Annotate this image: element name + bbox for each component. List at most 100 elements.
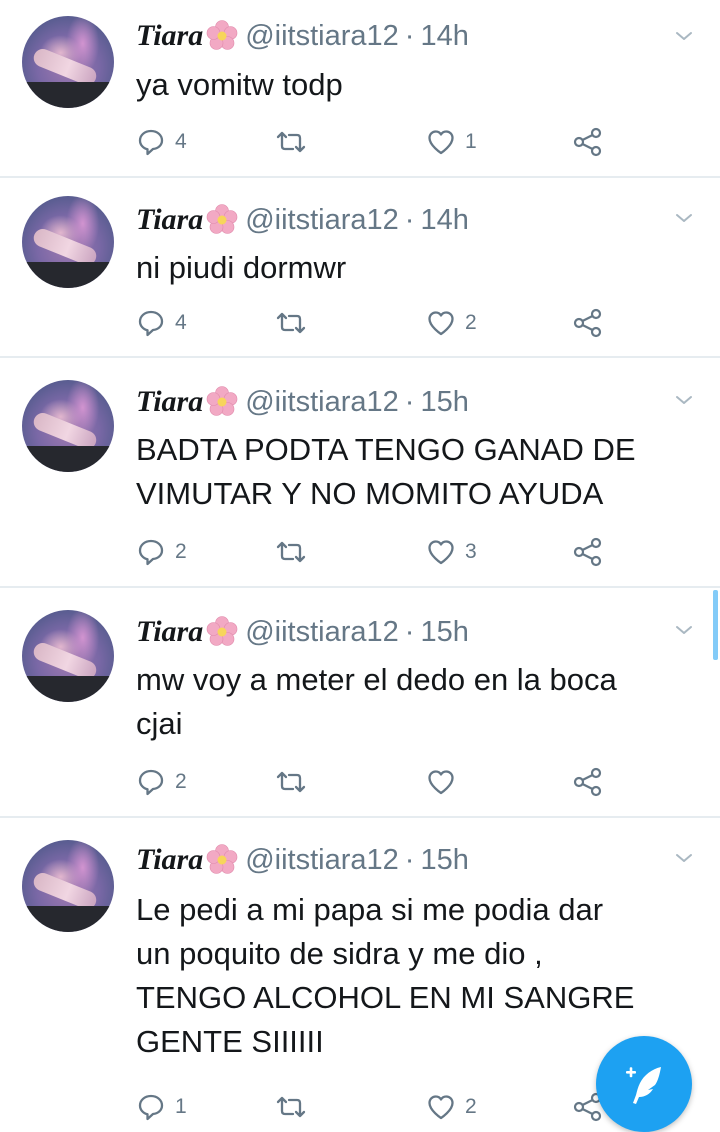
avatar[interactable] (22, 16, 114, 108)
chevron-down-icon[interactable] (672, 388, 696, 412)
tweet-text: ya vomitw todp (136, 63, 706, 107)
timestamp[interactable]: 15h (420, 844, 468, 877)
reply-button[interactable]: 2 (136, 535, 187, 569)
retweet-button[interactable] (274, 1090, 317, 1124)
reply-icon (138, 769, 164, 796)
separator: · (404, 843, 415, 876)
retweet-icon (276, 1096, 306, 1118)
like-button[interactable]: 2 (426, 306, 477, 340)
timestamp[interactable]: 14h (420, 204, 468, 237)
tweet-text: BADTA PODTA TENGO GANAD DE VIMUTAR Y NO … (136, 428, 706, 516)
timestamp[interactable]: 15h (420, 616, 468, 649)
tweet-text-line: ya vomitw todp (136, 67, 343, 102)
retweet-button[interactable] (274, 125, 317, 159)
tweet-text-line: mw voy a meter el dedo en la boca (136, 662, 617, 697)
reply-icon (138, 539, 164, 566)
chevron-down-icon[interactable] (672, 24, 696, 48)
reply-count: 4 (175, 130, 187, 153)
avatar[interactable] (22, 196, 114, 288)
tweet-text-line: TENGO ALCOHOL EN MI SANGRE (136, 980, 635, 1015)
chevron-down-icon[interactable] (672, 206, 696, 230)
timestamp[interactable]: 14h (420, 20, 468, 53)
username[interactable]: @iitstiara12 (245, 616, 399, 649)
reply-count: 1 (175, 1095, 187, 1118)
reply-count: 2 (175, 540, 187, 563)
like-button[interactable]: 2 (426, 1090, 477, 1124)
username[interactable]: @iitstiara12 (245, 20, 399, 53)
tweet[interactable]: Tiara @iitstiara12 · 14h ya vomitw todp … (0, 0, 720, 176)
tweet-text: Le pedi a mi papa si me podia dar un poq… (136, 888, 706, 1064)
like-count: 1 (465, 130, 477, 153)
like-button[interactable] (426, 765, 465, 799)
cherry-blossom-icon (206, 204, 238, 234)
share-button[interactable] (572, 535, 604, 569)
tweet-text: mw voy a meter el dedo en la boca cjai (136, 658, 706, 746)
retweet-icon (276, 312, 306, 334)
reply-count: 2 (175, 770, 187, 793)
chevron-down-icon[interactable] (672, 846, 696, 870)
retweet-button[interactable] (274, 765, 317, 799)
like-icon (428, 311, 454, 336)
share-button[interactable] (572, 765, 604, 799)
tweet[interactable]: Tiara @iitstiara12 · 15h BADTA PODTA TEN… (0, 358, 720, 586)
tweet-text-line: ni piudi dormwr (136, 250, 347, 285)
reply-button[interactable]: 4 (136, 306, 187, 340)
like-icon (428, 770, 454, 795)
share-icon (573, 767, 602, 797)
tweet-text: ni piudi dormwr (136, 246, 706, 290)
like-icon (428, 130, 454, 155)
like-button[interactable]: 1 (426, 125, 477, 159)
retweet-icon (276, 131, 306, 153)
reply-button[interactable]: 4 (136, 125, 187, 159)
display-name[interactable]: Tiara (136, 203, 203, 237)
timestamp[interactable]: 15h (420, 386, 468, 419)
like-count: 2 (465, 1095, 477, 1118)
share-button[interactable] (572, 306, 604, 340)
like-count: 3 (465, 540, 477, 563)
display-name[interactable]: Tiara (136, 615, 203, 649)
cherry-blossom-icon (206, 386, 238, 416)
share-icon (573, 127, 602, 157)
share-button[interactable] (572, 125, 604, 159)
tweet-text-line: Le pedi a mi papa si me podia dar (136, 892, 604, 927)
retweet-icon (276, 541, 306, 563)
retweet-button[interactable] (274, 306, 317, 340)
like-icon (428, 540, 454, 565)
reply-button[interactable]: 2 (136, 765, 187, 799)
tweet[interactable]: Tiara @iitstiara12 · 15h mw voy a meter … (0, 588, 720, 816)
reply-icon (138, 1094, 164, 1121)
cherry-blossom-icon (206, 616, 238, 646)
tweet-text-line: VIMUTAR Y NO MOMITO AYUDA (136, 476, 604, 511)
avatar[interactable] (22, 380, 114, 472)
reply-button[interactable]: 1 (136, 1090, 187, 1124)
share-icon (573, 308, 602, 338)
compose-tweet-button[interactable] (596, 1036, 692, 1132)
share-icon (573, 537, 602, 567)
chevron-down-icon[interactable] (672, 618, 696, 642)
username[interactable]: @iitstiara12 (245, 204, 399, 237)
separator: · (404, 203, 415, 236)
avatar[interactable] (22, 840, 114, 932)
like-icon (428, 1095, 454, 1120)
retweet-button[interactable] (274, 535, 317, 569)
scrollbar[interactable] (713, 590, 718, 660)
username[interactable]: @iitstiara12 (245, 844, 399, 877)
like-button[interactable]: 3 (426, 535, 477, 569)
tweet-text-line: cjai (136, 706, 183, 741)
tweet[interactable]: Tiara @iitstiara12 · 14h ni piudi dormwr… (0, 178, 720, 356)
avatar[interactable] (22, 610, 114, 702)
display-name[interactable]: Tiara (136, 19, 203, 53)
reply-count: 4 (175, 311, 187, 334)
display-name[interactable]: Tiara (136, 843, 203, 877)
compose-tweet-icon (626, 1067, 661, 1104)
separator: · (404, 19, 415, 52)
cherry-blossom-icon (206, 20, 238, 50)
cherry-blossom-icon (206, 844, 238, 874)
display-name[interactable]: Tiara (136, 385, 203, 419)
like-count: 2 (465, 311, 477, 334)
reply-icon (138, 310, 164, 337)
separator: · (404, 385, 415, 418)
tweet-text-line: BADTA PODTA TENGO GANAD DE (136, 432, 636, 467)
username[interactable]: @iitstiara12 (245, 386, 399, 419)
tweet-text-line: un poquito de sidra y me dio , (136, 936, 543, 971)
